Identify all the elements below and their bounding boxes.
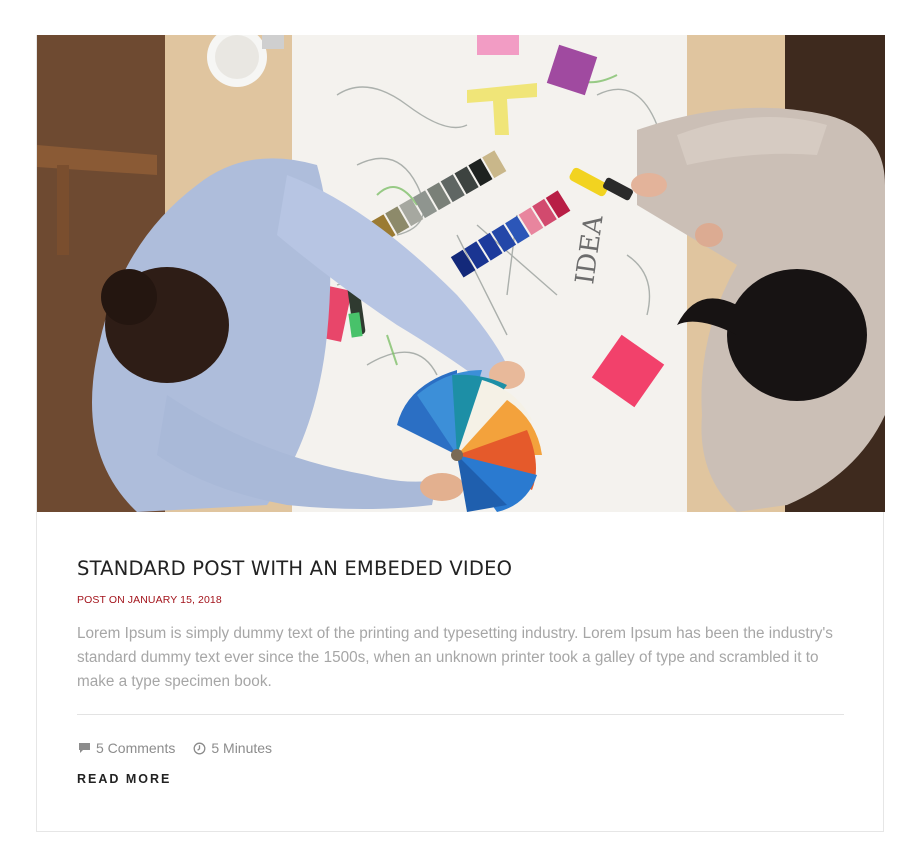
blog-post-card: IDEA STANDARD POST WITH AN EMBEDED VIDEO…	[36, 35, 885, 832]
video-thumbnail-image: IDEA	[37, 35, 885, 512]
read-time: 5 Minutes	[192, 740, 272, 756]
post-date: POST ON JANUARY 15, 2018	[77, 594, 222, 606]
comments-link[interactable]: 5 Comments	[77, 740, 175, 756]
post-stats: 5 Comments 5 Minutes	[77, 739, 289, 757]
content-divider	[77, 714, 844, 715]
read-time-label: 5 Minutes	[211, 740, 273, 756]
post-excerpt: Lorem Ipsum is simply dummy text of the …	[77, 625, 833, 690]
post-featured-video[interactable]: IDEA	[37, 35, 885, 512]
speech-bubble-icon	[77, 741, 91, 755]
post-title[interactable]: STANDARD POST WITH AN EMBEDED VIDEO	[77, 557, 844, 580]
comments-count: 5 Comments	[96, 740, 176, 756]
read-more-link[interactable]: READ MORE	[77, 772, 171, 786]
clock-icon	[192, 741, 206, 755]
